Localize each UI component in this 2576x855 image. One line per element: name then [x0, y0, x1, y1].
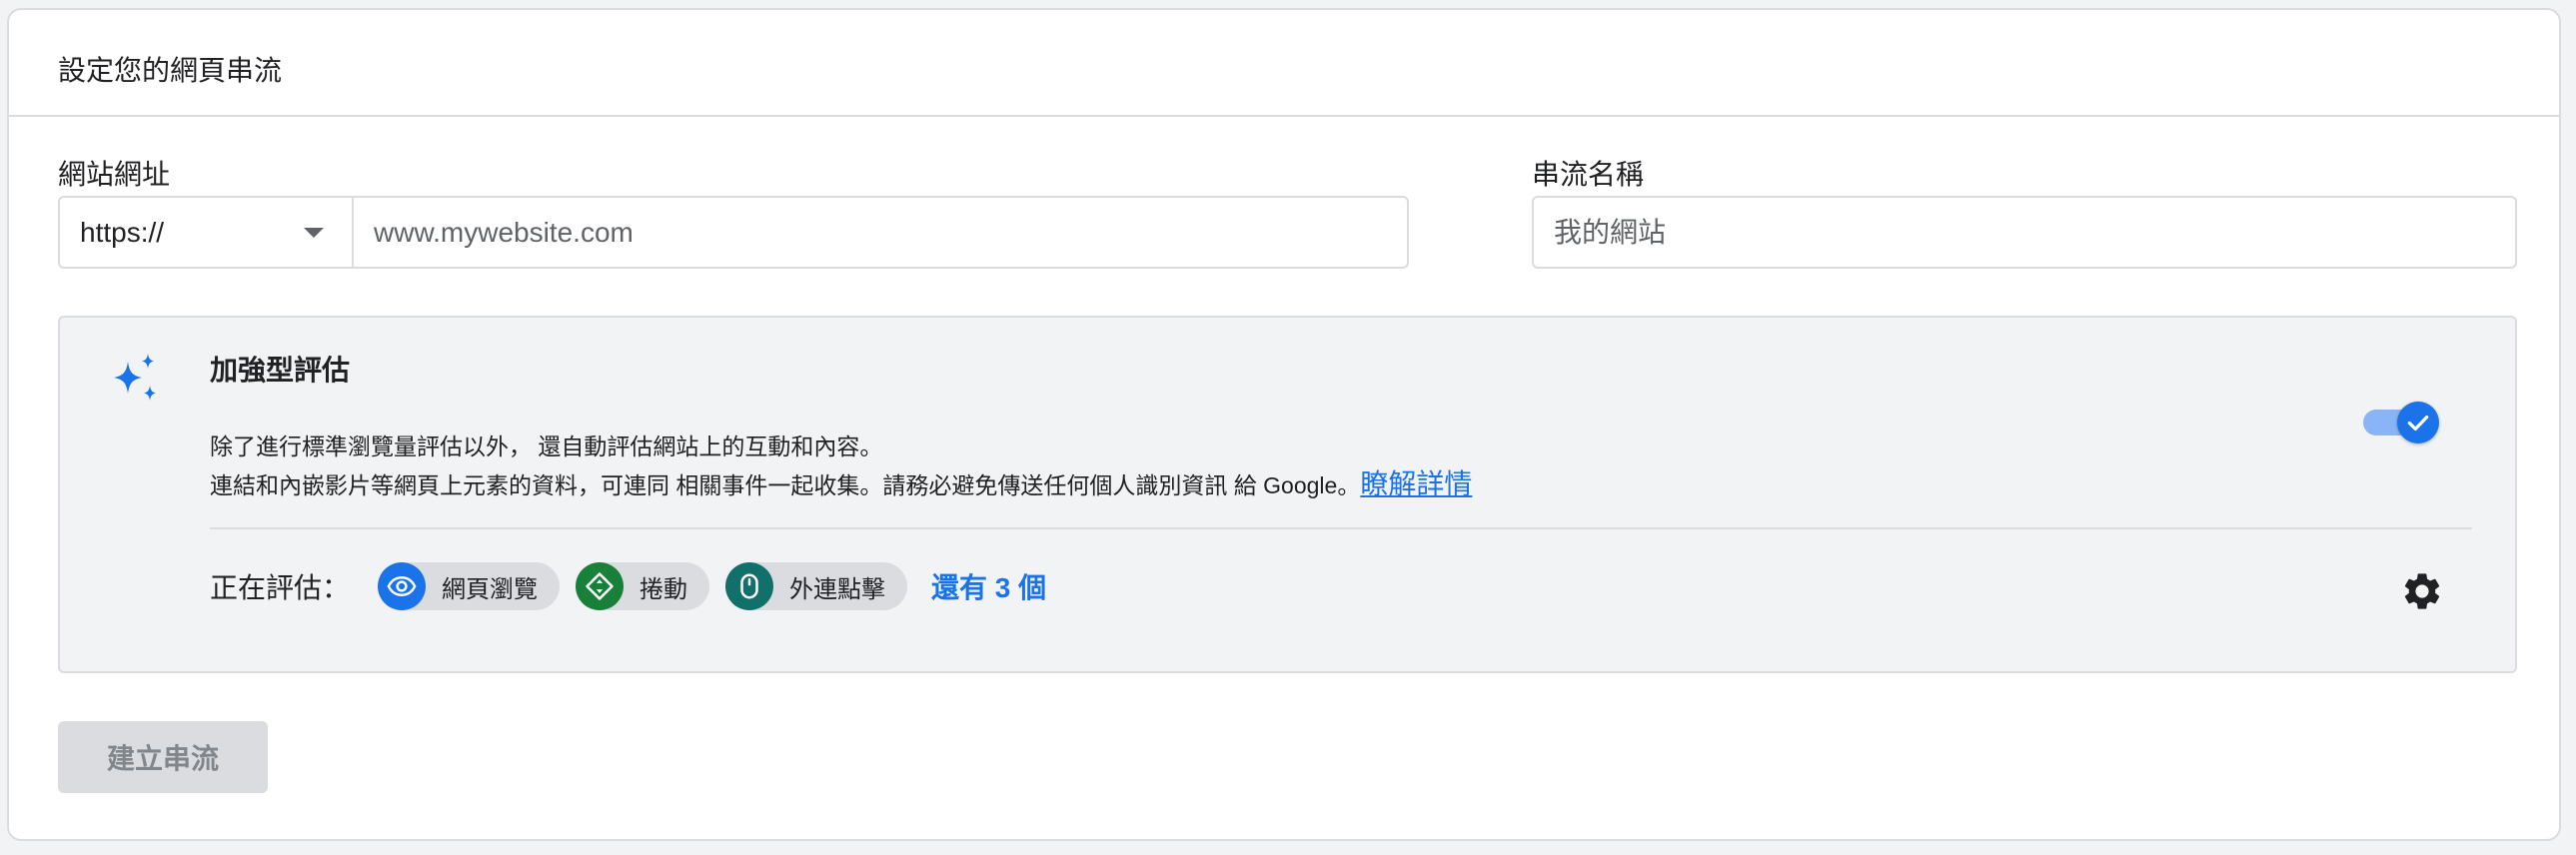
chip-page-views: 網頁瀏覽: [378, 562, 561, 610]
web-stream-setup-card: 設定您的網頁串流 網站網址 https:// 串流名稱 加強型評估 除了進行標準…: [7, 8, 2561, 841]
eye-icon: [378, 562, 427, 610]
divider: [210, 527, 2472, 529]
measuring-row: 正在評估： 網頁瀏覽 捲動 外連點擊 還有 3 個: [210, 561, 1046, 611]
website-url-label: 網站網址: [58, 159, 171, 190]
mouse-icon: [725, 562, 774, 610]
stream-name-label: 串流名稱: [1532, 159, 1645, 190]
measuring-label: 正在評估：: [210, 572, 351, 603]
scroll-icon: [576, 562, 625, 610]
card-header: 設定您的網頁串流: [9, 10, 2559, 117]
stream-name-group: [1532, 196, 2517, 269]
check-icon: [2407, 415, 2429, 431]
enhanced-measurement-title: 加強型評估: [210, 355, 351, 386]
chip-label: 外連點擊: [789, 575, 886, 603]
enhanced-measurement-toggle[interactable]: [2363, 400, 2439, 445]
chip-label: 捲動: [640, 575, 688, 603]
learn-more-link[interactable]: 瞭解詳情: [1360, 468, 1472, 499]
chip-outbound-clicks: 外連點擊: [725, 562, 908, 610]
website-url-group: https://: [58, 196, 1409, 269]
chevron-down-icon: [304, 227, 324, 238]
description-line-2: 連結和內嵌影片等網頁上元素的資料，可連同 相關事件一起收集。請務必避免傳送任何個…: [210, 465, 1472, 504]
description-line-2-text: 連結和內嵌影片等網頁上元素的資料，可連同 相關事件一起收集。請務必避免傳送任何個…: [210, 472, 1361, 498]
gear-icon[interactable]: [2400, 569, 2444, 613]
stream-name-input[interactable]: [1534, 198, 2515, 267]
protocol-value: https://: [80, 216, 165, 248]
enhanced-measurement-panel: 加強型評估 除了進行標準瀏覽量評估以外， 還自動評估網站上的互動和內容。 連結和…: [58, 316, 2517, 673]
protocol-select[interactable]: https://: [60, 198, 354, 267]
enhanced-measurement-description: 除了進行標準瀏覽量評估以外， 還自動評估網站上的互動和內容。 連結和內嵌影片等網…: [210, 428, 1472, 504]
website-url-input[interactable]: [354, 198, 1407, 267]
description-line-1: 除了進行標準瀏覽量評估以外， 還自動評估網站上的互動和內容。: [210, 433, 883, 459]
show-more-link[interactable]: 還有 3 個: [931, 566, 1046, 606]
card-title: 設定您的網頁串流: [58, 55, 283, 86]
chip-scroll: 捲動: [576, 562, 710, 610]
chip-label: 網頁瀏覽: [442, 575, 539, 603]
sparkle-icon: [114, 354, 156, 401]
create-stream-button[interactable]: 建立串流: [58, 721, 268, 793]
toggle-thumb: [2397, 402, 2439, 443]
